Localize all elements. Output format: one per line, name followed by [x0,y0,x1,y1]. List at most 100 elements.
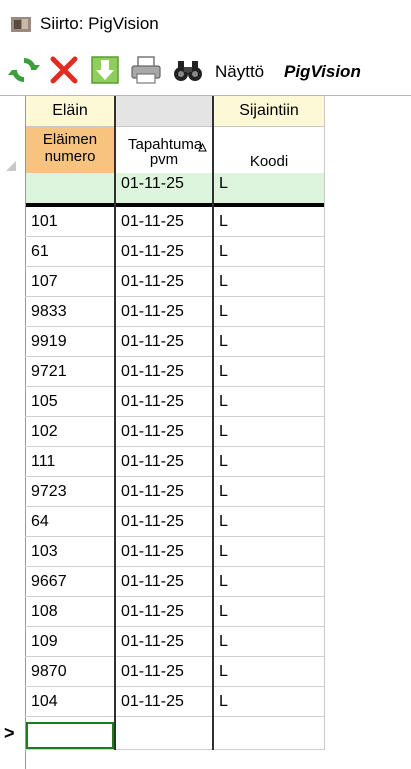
row-divider [25,716,324,717]
cell-event-date[interactable]: 01-11-25 [116,447,212,477]
group-header-animal: Eläin [26,96,114,126]
brand-label: PigVision [284,62,361,81]
table-row[interactable]: 9833 01-11-25 L [0,297,324,327]
cell-event-date[interactable]: 01-11-25 [116,207,212,237]
cell-code[interactable]: L [214,537,324,567]
cell-code[interactable]: L [214,357,324,387]
app-icon [11,17,31,32]
column-separator [212,96,214,750]
cell-code[interactable]: L [214,627,324,657]
column-header-label: Eläimen numero [42,131,98,165]
window-title: Siirto: PigVision [40,14,159,33]
cell-animal-number[interactable]: 9721 [26,357,114,387]
toolbar: Näyttö PigVision [0,48,411,94]
cell-animal-number[interactable]: 9667 [26,567,114,597]
refresh-icon[interactable] [7,53,41,87]
cell-event-date[interactable]: 01-11-25 [116,417,212,447]
column-header-label: Tapahtuma pvm [128,136,203,168]
new-row-animal-number-cell[interactable] [26,722,114,749]
cell-code[interactable]: L [214,297,324,327]
cell-animal-number[interactable]: 9833 [26,297,114,327]
cell-code[interactable]: L [214,597,324,627]
cell-event-date[interactable]: 01-11-25 [116,357,212,387]
column-header-label: Koodi [249,153,289,170]
grid-right-border [324,96,325,750]
download-icon[interactable] [88,53,122,87]
title-bar: Siirto: PigVision [0,0,411,48]
cell-event-date[interactable]: 01-11-25 [116,627,212,657]
table-row[interactable]: 64 01-11-25 L [0,507,324,537]
cell-code[interactable]: L [214,327,324,357]
cell-animal-number[interactable]: 61 [26,237,114,267]
cell-code[interactable]: L [214,267,324,297]
cell-event-date[interactable]: 01-11-25 [116,657,212,687]
cell-code[interactable]: L [214,387,324,417]
cell-animal-number[interactable]: 101 [26,207,114,237]
cell-event-date[interactable]: 01-11-25 [116,507,212,537]
cell-animal-number[interactable]: 9870 [26,657,114,687]
new-row-event-date-cell[interactable] [116,722,212,749]
cell-event-date[interactable]: 01-11-25 [116,477,212,507]
cell-animal-number[interactable]: 9723 [26,477,114,507]
cell-animal-number[interactable]: 9919 [26,327,114,357]
cell-animal-number[interactable]: 105 [26,387,114,417]
cell-code[interactable]: L [214,567,324,597]
table-row[interactable]: 101 01-11-25 L [0,207,324,237]
table-row[interactable]: 9919 01-11-25 L [0,327,324,357]
cell-event-date[interactable]: 01-11-25 [116,687,212,717]
grid-bottom-line [25,749,324,750]
table-row[interactable]: 9721 01-11-25 L [0,357,324,387]
table-row[interactable]: 9667 01-11-25 L [0,567,324,597]
table-row[interactable]: 105 01-11-25 L [0,387,324,417]
table-row[interactable]: 102 01-11-25 L [0,417,324,447]
print-icon[interactable] [129,53,163,87]
cell-code[interactable]: L [214,207,324,237]
delete-icon[interactable] [47,53,81,87]
cell-animal-number[interactable]: 64 [26,507,114,537]
display-button[interactable]: Näyttö [215,62,264,82]
group-header-destination: Sijaintiin [214,96,324,126]
table-row[interactable]: 9870 01-11-25 L [0,657,324,687]
cell-event-date[interactable]: 01-11-25 [116,297,212,327]
table-row[interactable]: 103 01-11-25 L [0,537,324,567]
filter-cell-animal-number[interactable] [26,173,114,203]
table-row[interactable]: 61 01-11-25 L [0,237,324,267]
cell-code[interactable]: L [214,417,324,447]
table-row[interactable]: 108 01-11-25 L [0,597,324,627]
cell-event-date[interactable]: 01-11-25 [116,387,212,417]
cell-code[interactable]: L [214,477,324,507]
cell-animal-number[interactable]: 109 [26,627,114,657]
cell-code[interactable]: L [214,447,324,477]
select-all-corner-icon[interactable] [5,160,17,172]
cell-event-date[interactable]: 01-11-25 [116,537,212,567]
table-row[interactable]: 107 01-11-25 L [0,267,324,297]
cell-code[interactable]: L [214,507,324,537]
cell-animal-number[interactable]: 103 [26,537,114,567]
table-row[interactable]: 104 01-11-25 L [0,687,324,717]
cell-animal-number[interactable]: 111 [26,447,114,477]
cell-code[interactable]: L [214,657,324,687]
cell-event-date[interactable]: 01-11-25 [116,237,212,267]
new-row-marker: > [4,723,15,743]
cell-animal-number[interactable]: 104 [26,687,114,717]
binoculars-icon[interactable] [171,53,205,87]
cell-animal-number[interactable]: 108 [26,597,114,627]
filter-cell-event-date[interactable]: 01-11-25 [116,173,212,203]
cell-event-date[interactable]: 01-11-25 [116,267,212,297]
cell-code[interactable]: L [214,237,324,267]
new-row-code-cell[interactable] [214,722,324,749]
cell-animal-number[interactable]: 102 [26,417,114,447]
cell-event-date[interactable]: 01-11-25 [116,567,212,597]
column-header-animal-number[interactable]: Eläimen numero [26,126,114,173]
filter-cell-code[interactable]: L [214,173,324,203]
cell-animal-number[interactable]: 107 [26,267,114,297]
table-row[interactable]: 109 01-11-25 L [0,627,324,657]
data-grid: Eläin Sijaintiin Eläimen numero Tapahtum… [0,96,411,769]
cell-event-date[interactable]: 01-11-25 [116,597,212,627]
column-header-event-date[interactable]: Tapahtuma pvm [116,126,212,173]
column-header-code[interactable]: Koodi [214,126,324,173]
cell-code[interactable]: L [214,687,324,717]
table-row[interactable]: 111 01-11-25 L [0,447,324,477]
cell-event-date[interactable]: 01-11-25 [116,327,212,357]
table-row[interactable]: 9723 01-11-25 L [0,477,324,507]
